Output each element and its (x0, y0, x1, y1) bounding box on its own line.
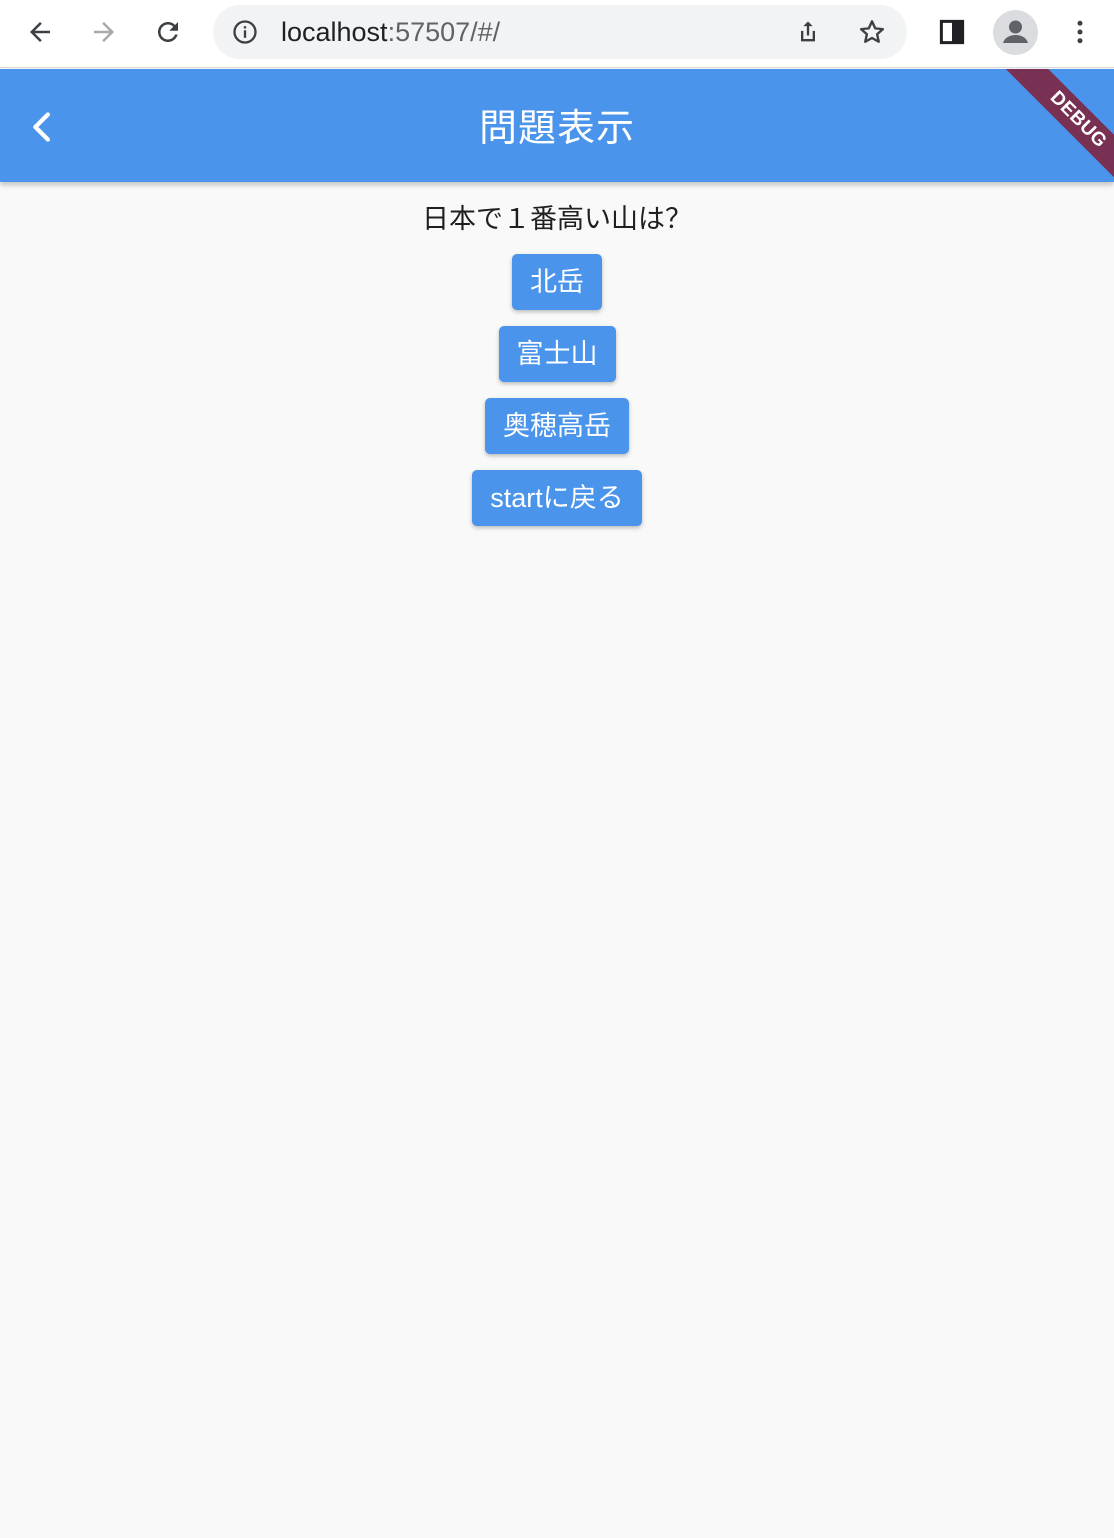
browser-toolbar: localhost:57507/#/ (0, 0, 1114, 68)
answer-button-3[interactable]: 奥穂高岳 (485, 398, 629, 454)
answer-button-1[interactable]: 北岳 (512, 254, 602, 310)
answer-button-2[interactable]: 富士山 (498, 326, 616, 382)
reload-icon (158, 22, 178, 42)
menu-button[interactable] (1058, 10, 1102, 54)
app-bar: 問題表示 DEBUG (0, 69, 1114, 182)
url-text[interactable]: localhost:57507/#/ (281, 18, 500, 46)
profile-button[interactable] (993, 10, 1038, 55)
forward-nav-button[interactable] (82, 10, 126, 54)
back-nav-button[interactable] (18, 10, 62, 54)
share-icon[interactable] (792, 16, 824, 48)
info-icon[interactable] (231, 18, 259, 46)
side-panel-button[interactable] (930, 10, 974, 54)
arrow-left-icon (30, 22, 50, 42)
star-icon[interactable] (856, 16, 888, 48)
question-text: 日本で１番高い山は？ (422, 204, 692, 235)
url-host: localhost (281, 17, 388, 47)
side-panel-icon (939, 19, 965, 45)
address-bar[interactable]: localhost:57507/#/ (213, 5, 907, 59)
page-title: 問題表示 (478, 106, 635, 150)
back-to-start-button[interactable]: startに戻る (472, 470, 642, 526)
profile-icon (1003, 20, 1028, 43)
reload-button[interactable] (146, 10, 190, 54)
quiz-content: 日本で１番高い山は？ 北岳 富士山 奥穂高岳 startに戻る (0, 182, 1114, 526)
kebab-menu-icon (1077, 20, 1083, 44)
url-path: :57507/#/ (387, 17, 501, 47)
arrow-right-icon (94, 22, 114, 42)
